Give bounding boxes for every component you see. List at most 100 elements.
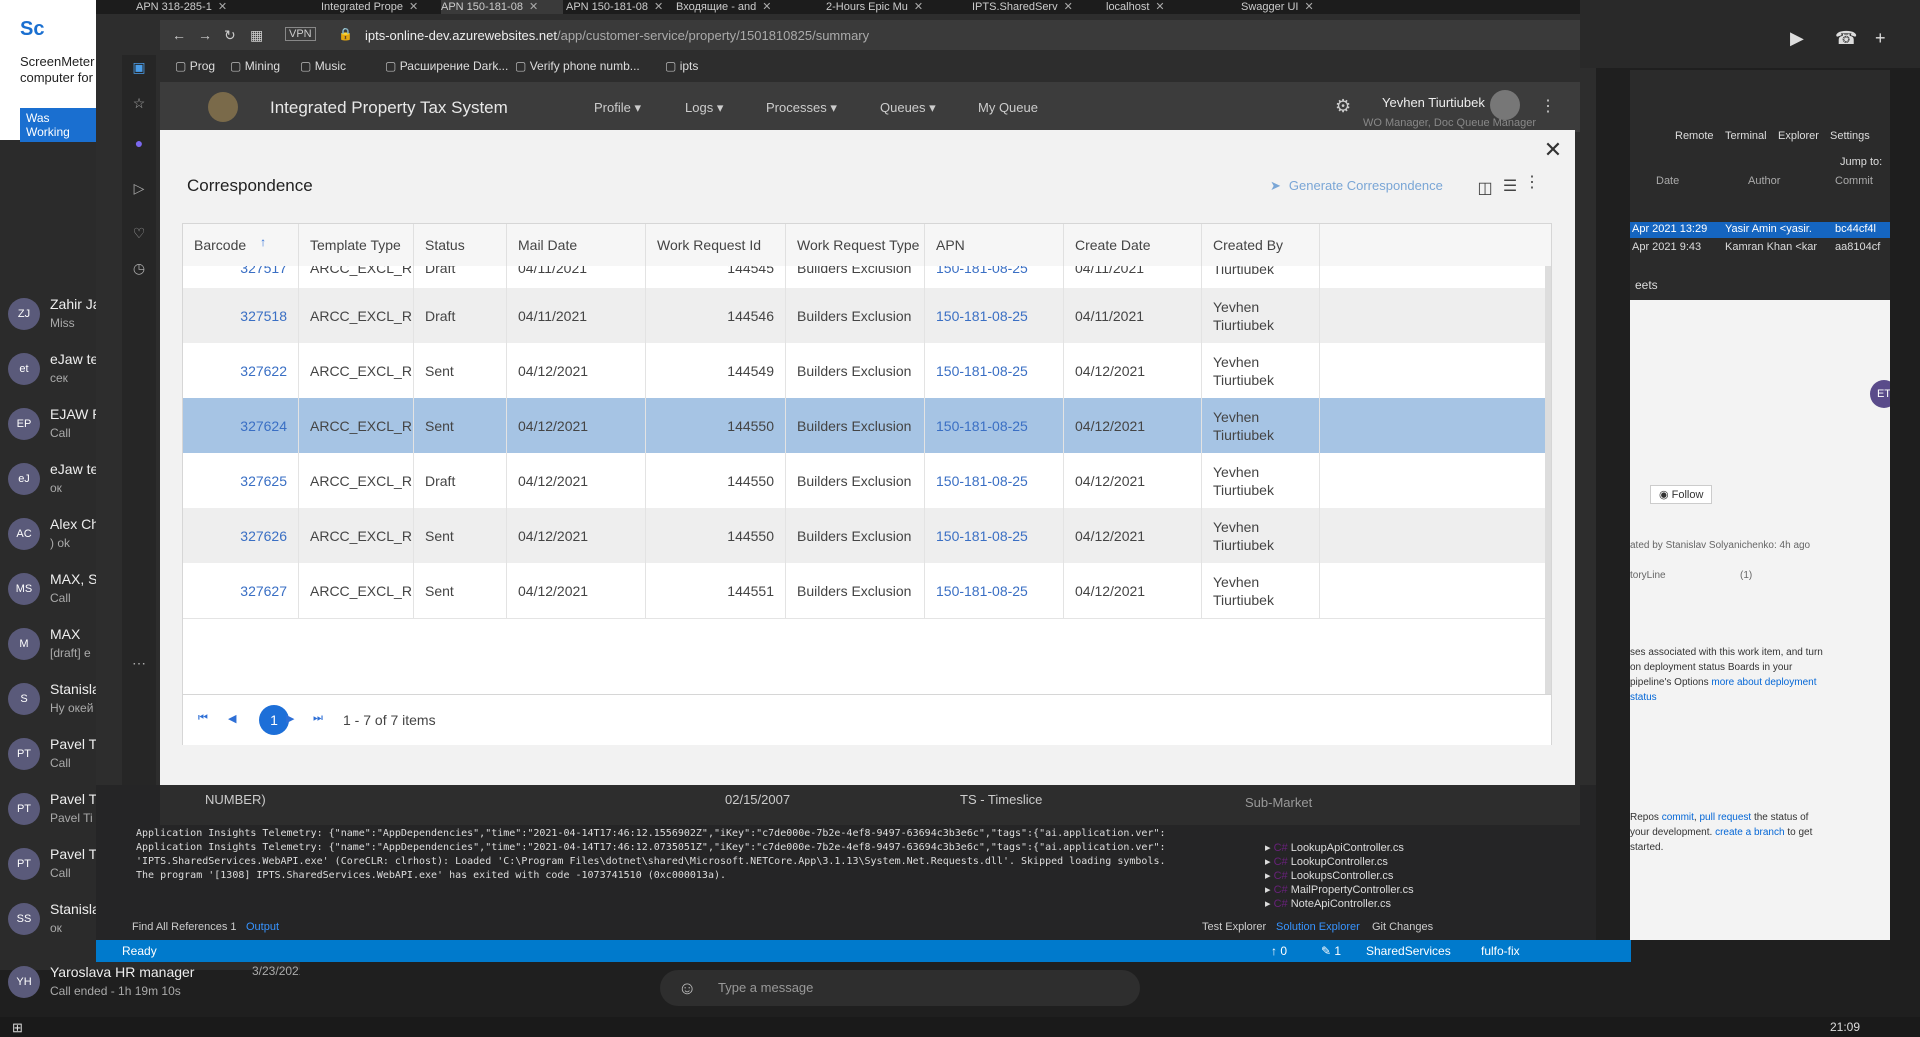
push-count[interactable]: ↑ 0	[1271, 944, 1287, 958]
bookmark-item[interactable]: ▢ Mining	[230, 59, 280, 73]
column-header-create-date[interactable]: Create Date	[1064, 224, 1202, 266]
column-header-mail-date[interactable]: Mail Date	[507, 224, 646, 266]
close-tab-icon[interactable]: ✕	[762, 1, 771, 13]
tabs-grid-icon[interactable]: ▦	[250, 27, 263, 44]
menu-processes[interactable]: Processes ▾	[766, 100, 837, 116]
url-field[interactable]: ipts-online-dev.azurewebsites.net/app/cu…	[365, 28, 869, 43]
kebab-menu-icon[interactable]: ⋮	[1540, 96, 1556, 116]
menu-my-queue[interactable]: My Queue	[978, 100, 1038, 115]
cell-barcode[interactable]: 327518	[183, 288, 299, 343]
output-tab[interactable]: Output	[246, 921, 279, 933]
cell-barcode[interactable]: 327622	[183, 343, 299, 398]
cell-apn[interactable]: 150-181-08-25	[925, 343, 1064, 398]
browser-tab[interactable]: APN 318-285-1 ✕	[136, 0, 258, 14]
kebab-menu-icon[interactable]: ⋮	[1522, 172, 1542, 192]
sort-ascending-icon[interactable]: ↑	[260, 235, 266, 249]
git-changes-tab[interactable]: Git Changes	[1372, 921, 1433, 933]
last-page-icon[interactable]: ⏭	[313, 712, 323, 725]
prev-page-icon[interactable]: ◀	[228, 712, 236, 725]
find-references-tab[interactable]: Find All References 1	[132, 921, 237, 933]
browser-tab[interactable]: Входящие - and ✕	[676, 0, 798, 14]
browser-tab[interactable]: APN 150-181-08 ✕	[566, 0, 688, 14]
browser-tab[interactable]: IPTS.SharedServ ✕	[972, 0, 1094, 14]
message-input[interactable]: Type a message	[660, 970, 1140, 1006]
devops-tab[interactable]: eets	[1635, 278, 1658, 292]
close-tab-icon[interactable]: ✕	[654, 1, 663, 13]
menu-queues[interactable]: Queues ▾	[880, 100, 936, 116]
phone-icon[interactable]: ☎	[1835, 28, 1857, 49]
terminal-button[interactable]: Terminal	[1725, 130, 1767, 142]
close-tab-icon[interactable]: ✕	[1304, 1, 1313, 13]
play-icon[interactable]: ▷	[131, 180, 147, 196]
was-working-button[interactable]: Was Working	[20, 108, 96, 142]
repo-name[interactable]: SharedServices	[1366, 944, 1451, 958]
close-tab-icon[interactable]: ✕	[218, 1, 227, 13]
home-icon[interactable]: ▣	[131, 59, 147, 75]
git-row-selected[interactable]: Apr 2021 13:29 Yasir Amin <yasir. bc44cf…	[1630, 222, 1890, 238]
page-1-button[interactable]: 1	[259, 705, 289, 735]
table-row[interactable]: 327627ARCC_EXCL_RE_Buil...Sent04/12/2021…	[183, 563, 1551, 619]
grid-scrollbar[interactable]	[1545, 266, 1551, 694]
branch-name[interactable]: fulfo-fix	[1481, 944, 1520, 958]
heart-icon[interactable]: ♡	[131, 225, 147, 241]
star-icon[interactable]: ☆	[131, 95, 147, 111]
solution-file-item[interactable]: ▸ C# MailPropertyController.cs	[1265, 883, 1414, 896]
follow-button[interactable]: ◉ Follow	[1650, 485, 1713, 504]
forward-icon[interactable]: →	[198, 27, 212, 43]
cell-apn[interactable]: 150-181-08-25	[925, 508, 1064, 563]
browser-tab[interactable]: Integrated Prope ✕	[321, 0, 443, 14]
history-icon[interactable]: ◷	[131, 260, 147, 276]
column-header-status[interactable]: Status	[414, 224, 507, 266]
messenger-icon[interactable]: ●	[131, 135, 147, 151]
solution-file-item[interactable]: ▸ C# LookupController.cs	[1265, 855, 1388, 868]
menu-profile[interactable]: Profile ▾	[594, 100, 641, 116]
bookmark-item[interactable]: ▢ Verify phone numb...	[515, 59, 640, 73]
cell-apn[interactable]: 150-181-08-25	[925, 563, 1064, 618]
remote-button[interactable]: Remote	[1675, 130, 1714, 142]
cell-barcode[interactable]: 327625	[183, 453, 299, 508]
add-people-icon[interactable]: +	[1875, 28, 1886, 49]
reload-icon[interactable]: ↻	[224, 27, 236, 44]
browser-tab[interactable]: localhost ✕	[1106, 0, 1228, 14]
links-tab[interactable]: (1)	[1740, 570, 1752, 581]
bookmark-item[interactable]: ▢ Music	[300, 59, 346, 73]
solution-explorer-tab[interactable]: Solution Explorer	[1276, 921, 1360, 933]
changes-count[interactable]: ✎ 1	[1321, 944, 1341, 958]
table-row[interactable]: 327622ARCC_EXCL_RE_Buil...Sent04/12/2021…	[183, 343, 1551, 399]
browser-tab[interactable]: Swagger UI ✕	[1241, 0, 1361, 14]
cell-apn[interactable]: 150-181-08-25	[925, 266, 1064, 288]
explorer-button[interactable]: Explorer	[1778, 130, 1819, 142]
cell-barcode[interactable]: 327517	[183, 266, 299, 288]
close-tab-icon[interactable]: ✕	[409, 1, 418, 13]
bookmark-item[interactable]: ▢ Расширение Dark...	[385, 59, 508, 73]
columns-icon[interactable]: ◫	[1475, 178, 1495, 198]
close-tab-icon[interactable]: ✕	[1064, 1, 1073, 13]
menu-logs[interactable]: Logs ▾	[685, 100, 723, 116]
test-explorer-tab[interactable]: Test Explorer	[1202, 921, 1266, 933]
close-tab-icon[interactable]: ✕	[529, 1, 538, 13]
filter-icon[interactable]: ☰	[1500, 176, 1520, 196]
next-page-icon[interactable]: ▶	[286, 712, 294, 725]
emoji-icon[interactable]: ☺	[678, 978, 696, 999]
column-header-barcode[interactable]: Barcode ↑	[183, 224, 299, 266]
git-row[interactable]: Apr 2021 9:43 Kamran Khan <kar aa8104cf	[1630, 240, 1890, 256]
table-row[interactable]: 327624ARCC_EXCL_RE_Buil...Sent04/12/2021…	[183, 398, 1551, 454]
chat-list-item[interactable]: YH Yaroslava HR manager Call ended - 1h 19…	[0, 958, 305, 1013]
solution-file-item[interactable]: ▸ C# LookupApiController.cs	[1265, 841, 1404, 854]
column-header-apn[interactable]: APN	[925, 224, 1064, 266]
first-page-icon[interactable]: ⏮	[198, 712, 208, 725]
video-call-icon[interactable]: ▶	[1790, 28, 1804, 49]
user-avatar[interactable]	[1490, 90, 1520, 120]
table-row[interactable]: 327625ARCC_EXCL_RE_Buil...Draft04/12/202…	[183, 453, 1551, 509]
pull-request-link[interactable]: pull request	[1699, 812, 1751, 823]
cell-barcode[interactable]: 327627	[183, 563, 299, 618]
windows-start-icon[interactable]: ⊞	[12, 1020, 23, 1036]
generate-correspondence-button[interactable]: ➤ Generate Correspondence	[1270, 178, 1443, 194]
column-header-work-request-id[interactable]: Work Request Id	[646, 224, 786, 266]
cell-barcode[interactable]: 327626	[183, 508, 299, 563]
close-tab-icon[interactable]: ✕	[1155, 1, 1164, 13]
cell-apn[interactable]: 150-181-08-25	[925, 398, 1064, 453]
vpn-badge[interactable]: VPN	[285, 27, 316, 41]
more-icon[interactable]: ⋯	[131, 655, 147, 671]
gear-icon[interactable]: ⚙	[1335, 96, 1351, 117]
